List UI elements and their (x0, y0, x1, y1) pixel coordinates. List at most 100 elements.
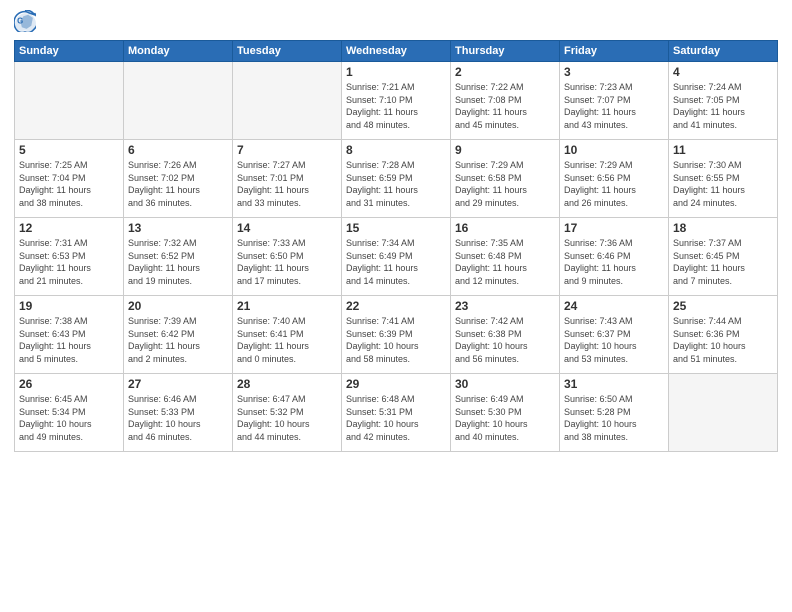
calendar-cell-8: 6Sunrise: 7:26 AM Sunset: 7:02 PM Daylig… (124, 140, 233, 218)
calendar-cell-2 (233, 62, 342, 140)
logo-icon: G (14, 10, 36, 32)
day-info: Sunrise: 7:34 AM Sunset: 6:49 PM Dayligh… (346, 237, 446, 287)
day-info: Sunrise: 7:23 AM Sunset: 7:07 PM Dayligh… (564, 81, 664, 131)
day-number: 28 (237, 377, 337, 391)
logo: G (14, 10, 40, 32)
col-header-sunday: Sunday (15, 41, 124, 62)
day-info: Sunrise: 7:29 AM Sunset: 6:56 PM Dayligh… (564, 159, 664, 209)
svg-text:G: G (17, 16, 23, 25)
calendar-cell-27: 25Sunrise: 7:44 AM Sunset: 6:36 PM Dayli… (669, 296, 778, 374)
col-header-monday: Monday (124, 41, 233, 62)
day-number: 1 (346, 65, 446, 79)
day-number: 22 (346, 299, 446, 313)
day-number: 8 (346, 143, 446, 157)
day-number: 15 (346, 221, 446, 235)
calendar-cell-24: 22 Sunrise: 7:41 AM Sunset: 6:39 PM Dayli… (342, 296, 451, 374)
calendar-cell-1 (124, 62, 233, 140)
calendar-cell-6: 4 Sunrise: 7:24 AM Sunset: 7:05 PM Daylig… (669, 62, 778, 140)
day-info: Sunrise: 6:49 AM Sunset: 5:30 PM Dayligh… (455, 393, 555, 443)
day-info: Sunrise: 7:25 AM Sunset: 7:04 PM Dayligh… (19, 159, 119, 209)
calendar-cell-18: 16Sunrise: 7:35 AM Sunset: 6:48 PM Dayli… (451, 218, 560, 296)
week-row-4: 19Sunrise: 7:38 AM Sunset: 6:43 PM Dayli… (15, 296, 778, 374)
day-info: Sunrise: 7:33 AM Sunset: 6:50 PM Dayligh… (237, 237, 337, 287)
col-header-wednesday: Wednesday (342, 41, 451, 62)
day-number: 10 (564, 143, 664, 157)
day-info: Sunrise: 7:40 AM Sunset: 6:41 PM Dayligh… (237, 315, 337, 365)
day-info: Sunrise: 6:50 AM Sunset: 5:28 PM Dayligh… (564, 393, 664, 443)
day-number: 26 (19, 377, 119, 391)
day-number: 21 (237, 299, 337, 313)
day-info: Sunrise: 7:39 AM Sunset: 6:42 PM Dayligh… (128, 315, 228, 365)
day-number: 16 (455, 221, 555, 235)
day-number: 30 (455, 377, 555, 391)
day-number: 2 (455, 65, 555, 79)
calendar-cell-0 (15, 62, 124, 140)
calendar-cell-19: 17 Sunrise: 7:36 AM Sunset: 6:46 PM Dayli… (560, 218, 669, 296)
day-number: 9 (455, 143, 555, 157)
calendar-cell-28: 26Sunrise: 6:45 AM Sunset: 5:34 PM Dayli… (15, 374, 124, 452)
calendar-cell-21: 19Sunrise: 7:38 AM Sunset: 6:43 PM Dayli… (15, 296, 124, 374)
day-info: Sunrise: 7:29 AM Sunset: 6:58 PM Dayligh… (455, 159, 555, 209)
day-number: 18 (673, 221, 773, 235)
calendar-cell-9: 7 Sunrise: 7:27 AM Sunset: 7:01 PM Daylig… (233, 140, 342, 218)
calendar-cell-11: 9 Sunrise: 7:29 AM Sunset: 6:58 PM Daylig… (451, 140, 560, 218)
calendar-cell-29: 27 Sunrise: 6:46 AM Sunset: 5:33 PM Dayli… (124, 374, 233, 452)
calendar-cell-31: 29 Sunrise: 6:48 AM Sunset: 5:31 PM Dayli… (342, 374, 451, 452)
day-info: Sunrise: 6:48 AM Sunset: 5:31 PM Dayligh… (346, 393, 446, 443)
day-info: Sunrise: 7:41 AM Sunset: 6:39 PM Dayligh… (346, 315, 446, 365)
calendar-cell-25: 23Sunrise: 7:42 AM Sunset: 6:38 PM Dayli… (451, 296, 560, 374)
day-number: 4 (673, 65, 773, 79)
calendar-cell-14: 12 Sunrise: 7:31 AM Sunset: 6:53 PM Dayli… (15, 218, 124, 296)
day-info: Sunrise: 7:24 AM Sunset: 7:05 PM Dayligh… (673, 81, 773, 131)
calendar-cell-3: 1 Sunrise: 7:21 AM Sunset: 7:10 PM Daylig… (342, 62, 451, 140)
day-info: Sunrise: 7:37 AM Sunset: 6:45 PM Dayligh… (673, 237, 773, 287)
calendar-cell-4: 2 Sunrise: 7:22 AM Sunset: 7:08 PM Daylig… (451, 62, 560, 140)
calendar-cell-10: 8 Sunrise: 7:28 AM Sunset: 6:59 PM Daylig… (342, 140, 451, 218)
day-number: 20 (128, 299, 228, 313)
day-info: Sunrise: 7:28 AM Sunset: 6:59 PM Dayligh… (346, 159, 446, 209)
day-number: 13 (128, 221, 228, 235)
week-row-5: 26Sunrise: 6:45 AM Sunset: 5:34 PM Dayli… (15, 374, 778, 452)
day-number: 14 (237, 221, 337, 235)
calendar-cell-7: 5 Sunrise: 7:25 AM Sunset: 7:04 PM Daylig… (15, 140, 124, 218)
day-info: Sunrise: 6:46 AM Sunset: 5:33 PM Dayligh… (128, 393, 228, 443)
calendar-cell-15: 13 Sunrise: 7:32 AM Sunset: 6:52 PM Dayli… (124, 218, 233, 296)
day-number: 5 (19, 143, 119, 157)
calendar-cell-16: 14 Sunrise: 7:33 AM Sunset: 6:50 PM Dayli… (233, 218, 342, 296)
day-info: Sunrise: 7:32 AM Sunset: 6:52 PM Dayligh… (128, 237, 228, 287)
day-info: Sunrise: 7:43 AM Sunset: 6:37 PM Dayligh… (564, 315, 664, 365)
calendar-cell-34 (669, 374, 778, 452)
calendar-table: SundayMondayTuesdayWednesdayThursdayFrid… (14, 40, 778, 452)
day-number: 7 (237, 143, 337, 157)
calendar-cell-22: 20 Sunrise: 7:39 AM Sunset: 6:42 PM Dayli… (124, 296, 233, 374)
day-number: 27 (128, 377, 228, 391)
day-info: Sunrise: 7:21 AM Sunset: 7:10 PM Dayligh… (346, 81, 446, 131)
calendar-cell-5: 3Sunrise: 7:23 AM Sunset: 7:07 PM Daylig… (560, 62, 669, 140)
calendar-cell-17: 15 Sunrise: 7:34 AM Sunset: 6:49 PM Dayli… (342, 218, 451, 296)
day-info: Sunrise: 7:27 AM Sunset: 7:01 PM Dayligh… (237, 159, 337, 209)
calendar-cell-12: 10 Sunrise: 7:29 AM Sunset: 6:56 PM Dayli… (560, 140, 669, 218)
day-number: 17 (564, 221, 664, 235)
day-info: Sunrise: 7:36 AM Sunset: 6:46 PM Dayligh… (564, 237, 664, 287)
calendar-cell-13: 11Sunrise: 7:30 AM Sunset: 6:55 PM Dayli… (669, 140, 778, 218)
calendar-cell-30: 28 Sunrise: 6:47 AM Sunset: 5:32 PM Dayli… (233, 374, 342, 452)
day-info: Sunrise: 7:26 AM Sunset: 7:02 PM Dayligh… (128, 159, 228, 209)
day-number: 23 (455, 299, 555, 313)
calendar-container: G SundayMondayTuesdayWednesdayThursdayFr… (0, 0, 792, 612)
calendar-cell-33: 31 Sunrise: 6:50 AM Sunset: 5:28 PM Dayli… (560, 374, 669, 452)
col-header-thursday: Thursday (451, 41, 560, 62)
calendar-header-row: SundayMondayTuesdayWednesdayThursdayFrid… (15, 41, 778, 62)
week-row-1: 1 Sunrise: 7:21 AM Sunset: 7:10 PM Daylig… (15, 62, 778, 140)
day-number: 29 (346, 377, 446, 391)
col-header-saturday: Saturday (669, 41, 778, 62)
day-info: Sunrise: 7:22 AM Sunset: 7:08 PM Dayligh… (455, 81, 555, 131)
week-row-2: 5 Sunrise: 7:25 AM Sunset: 7:04 PM Daylig… (15, 140, 778, 218)
calendar-cell-20: 18 Sunrise: 7:37 AM Sunset: 6:45 PM Dayli… (669, 218, 778, 296)
day-number: 12 (19, 221, 119, 235)
day-number: 31 (564, 377, 664, 391)
calendar-cell-32: 30 Sunrise: 6:49 AM Sunset: 5:30 PM Dayli… (451, 374, 560, 452)
week-row-3: 12 Sunrise: 7:31 AM Sunset: 6:53 PM Dayli… (15, 218, 778, 296)
calendar-cell-23: 21 Sunrise: 7:40 AM Sunset: 6:41 PM Dayli… (233, 296, 342, 374)
day-info: Sunrise: 6:47 AM Sunset: 5:32 PM Dayligh… (237, 393, 337, 443)
day-info: Sunrise: 7:31 AM Sunset: 6:53 PM Dayligh… (19, 237, 119, 287)
